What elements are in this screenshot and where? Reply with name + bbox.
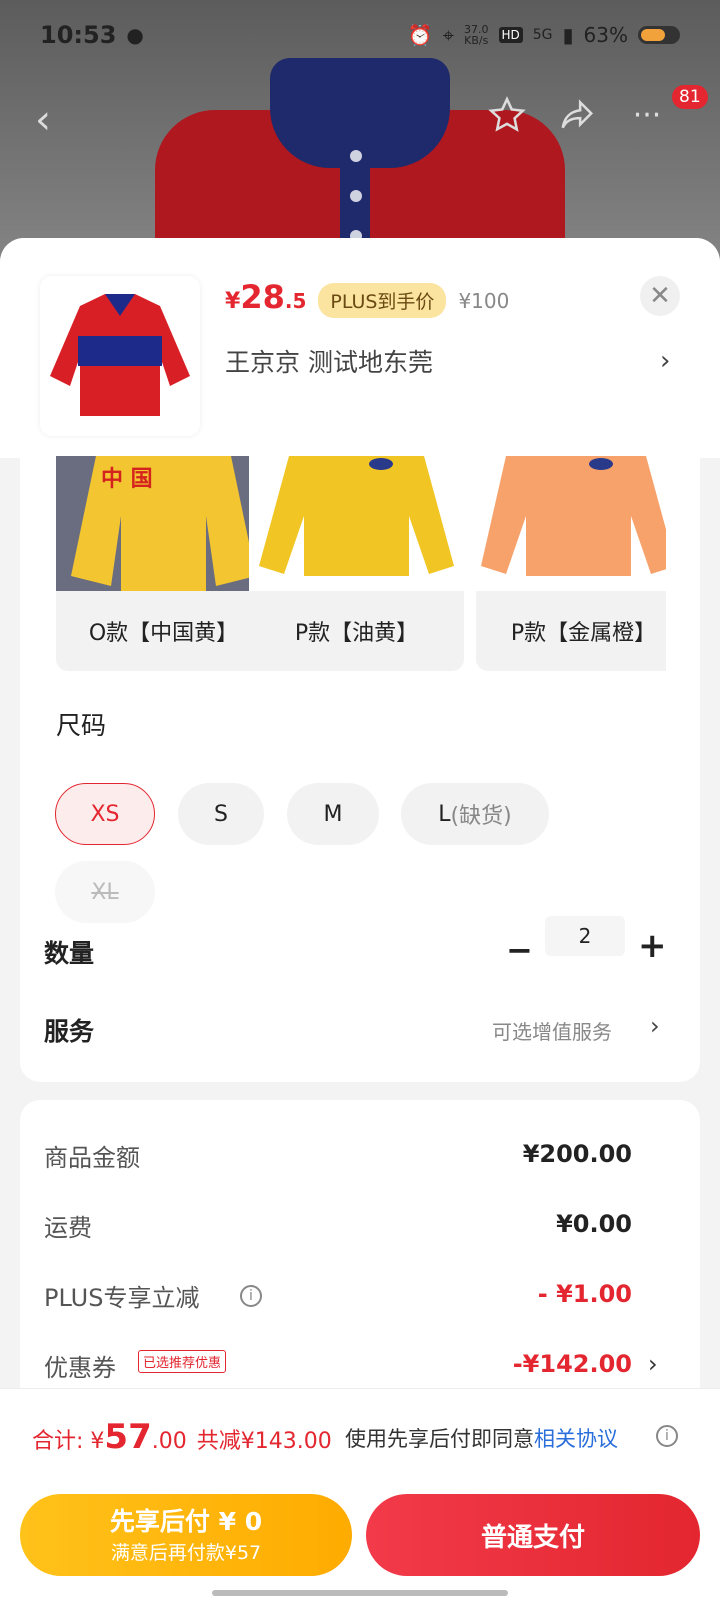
- options-card: 中 国 O款【中国黄】 P款【油黄】 P款【金属橙】 尺码 XS S M L (缺…: [20, 456, 700, 1082]
- sheet-header: ¥28.5 PLUS到手价 ¥100 ✕ 王京京 测试地东莞 ›: [0, 238, 720, 458]
- chevron-right-icon[interactable]: ›: [648, 1350, 658, 1378]
- plus-discount-value: - ¥1.00: [537, 1280, 632, 1308]
- quantity-label: 数量: [44, 939, 95, 968]
- coupon-recommended-tag: 已选推荐优惠: [138, 1350, 227, 1373]
- battery-icon: [638, 26, 680, 44]
- net-speed: 37.0 KB/s: [464, 24, 489, 46]
- price-breakdown-card: 商品金额 ¥200.00 运费 ¥0.00 PLUS专享立减 i - ¥1.00…: [20, 1100, 700, 1420]
- out-of-stock-note: (缺货): [450, 804, 512, 829]
- color-option[interactable]: P款【金属橙】: [476, 456, 666, 671]
- shirt-button-shape: [350, 190, 362, 202]
- normal-pay-button[interactable]: 普通支付: [366, 1494, 700, 1576]
- battery-percent: 63%: [583, 23, 628, 47]
- color-option-image: [249, 456, 464, 591]
- color-option-label: P款【金属橙】: [510, 621, 657, 646]
- pay-later-subtitle: 满意后再付款¥57: [110, 1542, 262, 1564]
- coupon-value[interactable]: -¥142.00: [513, 1350, 632, 1378]
- size-section-title: 尺码: [56, 711, 107, 740]
- color-option-label: P款【油黄】: [294, 621, 419, 646]
- signal-5g: 5G: [532, 27, 553, 43]
- size-option-l[interactable]: L (缺货): [401, 783, 549, 845]
- shirt-button-shape: [350, 150, 362, 162]
- service-hint[interactable]: 可选增值服务: [492, 1016, 612, 1045]
- top-navigation: ‹ ··· 81: [0, 85, 720, 145]
- location-icon: ⌖: [442, 23, 454, 47]
- wechat-icon: ●: [126, 23, 144, 47]
- shipping-label: 运费: [44, 1214, 92, 1242]
- favorite-star-icon[interactable]: [485, 93, 529, 137]
- agreement-text: 使用先享后付即同意相关协议: [345, 1427, 618, 1451]
- svg-text:中 国: 中 国: [101, 467, 153, 492]
- color-option-image: 中 国: [56, 456, 271, 591]
- agreement-link[interactable]: 相关协议: [534, 1427, 618, 1451]
- size-option-s[interactable]: S: [178, 783, 264, 845]
- back-arrow-icon[interactable]: ‹: [35, 97, 51, 143]
- alarm-icon: ⏰: [407, 23, 433, 47]
- size-option-m[interactable]: M: [287, 783, 379, 845]
- close-icon: ✕: [649, 281, 671, 311]
- info-icon[interactable]: i: [240, 1285, 262, 1307]
- plus-price-tag: PLUS到手价: [318, 283, 447, 318]
- status-time: 10:53: [40, 21, 117, 49]
- info-icon[interactable]: i: [656, 1425, 678, 1447]
- pay-later-button[interactable]: 先享后付 ¥ 0 满意后再付款¥57: [20, 1494, 352, 1576]
- total-amount-int: 57: [104, 1417, 152, 1457]
- color-option[interactable]: 中 国 O款【中国黄】: [56, 456, 271, 671]
- delivery-address[interactable]: 王京京 测试地东莞: [225, 343, 433, 379]
- more-icon[interactable]: ···: [625, 93, 669, 137]
- size-option-xl: XL: [55, 861, 155, 923]
- chevron-right-icon[interactable]: ›: [650, 1012, 660, 1040]
- total-amount: 合计: ¥ 57 .00 共减¥143.00: [32, 1417, 332, 1457]
- signal-bars-icon: ▮: [562, 23, 574, 47]
- chevron-right-icon[interactable]: ›: [660, 346, 670, 376]
- original-price: ¥100: [458, 289, 510, 313]
- close-button[interactable]: ✕: [640, 276, 680, 316]
- color-option-image: [476, 456, 666, 591]
- total-bar: 合计: ¥ 57 .00 共减¥143.00 使用先享后付即同意相关协议 i: [0, 1388, 720, 1480]
- goods-amount-label: 商品金额: [44, 1144, 140, 1172]
- home-indicator: [212, 1590, 508, 1596]
- product-thumbnail: [40, 276, 200, 436]
- net-speed-unit: KB/s: [464, 34, 489, 47]
- shipping-value: ¥0.00: [556, 1210, 632, 1238]
- status-bar: 10:53 ● ⏰ ⌖ 37.0 KB/s HD 5G ▮ 63%: [0, 0, 720, 70]
- coupon-label: 优惠券: [44, 1354, 116, 1382]
- quantity-input[interactable]: 2: [545, 916, 625, 956]
- quantity-decrease-button[interactable]: −: [506, 931, 533, 969]
- current-price: ¥28.5: [225, 278, 307, 316]
- plus-discount-label: PLUS专享立减: [44, 1284, 200, 1312]
- pay-later-title: 先享后付 ¥ 0: [109, 1507, 263, 1536]
- goods-amount-value: ¥200.00: [522, 1140, 632, 1168]
- hd-indicator: HD: [498, 27, 523, 43]
- color-option-label: O款【中国黄】: [88, 621, 239, 646]
- quantity-increase-button[interactable]: +: [638, 926, 667, 966]
- bottom-actions: 先享后付 ¥ 0 满意后再付款¥57 普通支付: [0, 1480, 720, 1600]
- message-badge: 81: [672, 85, 708, 109]
- service-label: 服务: [44, 1017, 95, 1046]
- total-amount-dec: .00: [151, 1429, 187, 1454]
- color-option[interactable]: P款【油黄】: [249, 456, 464, 671]
- color-options: 中 国 O款【中国黄】 P款【油黄】 P款【金属橙】: [56, 456, 666, 671]
- share-icon[interactable]: [555, 93, 599, 137]
- total-saved: 共减¥143.00: [196, 1429, 332, 1454]
- price-row: ¥28.5 PLUS到手价 ¥100: [225, 278, 509, 318]
- size-option-xs[interactable]: XS: [55, 783, 155, 845]
- total-label: 合计: ¥: [32, 1429, 105, 1454]
